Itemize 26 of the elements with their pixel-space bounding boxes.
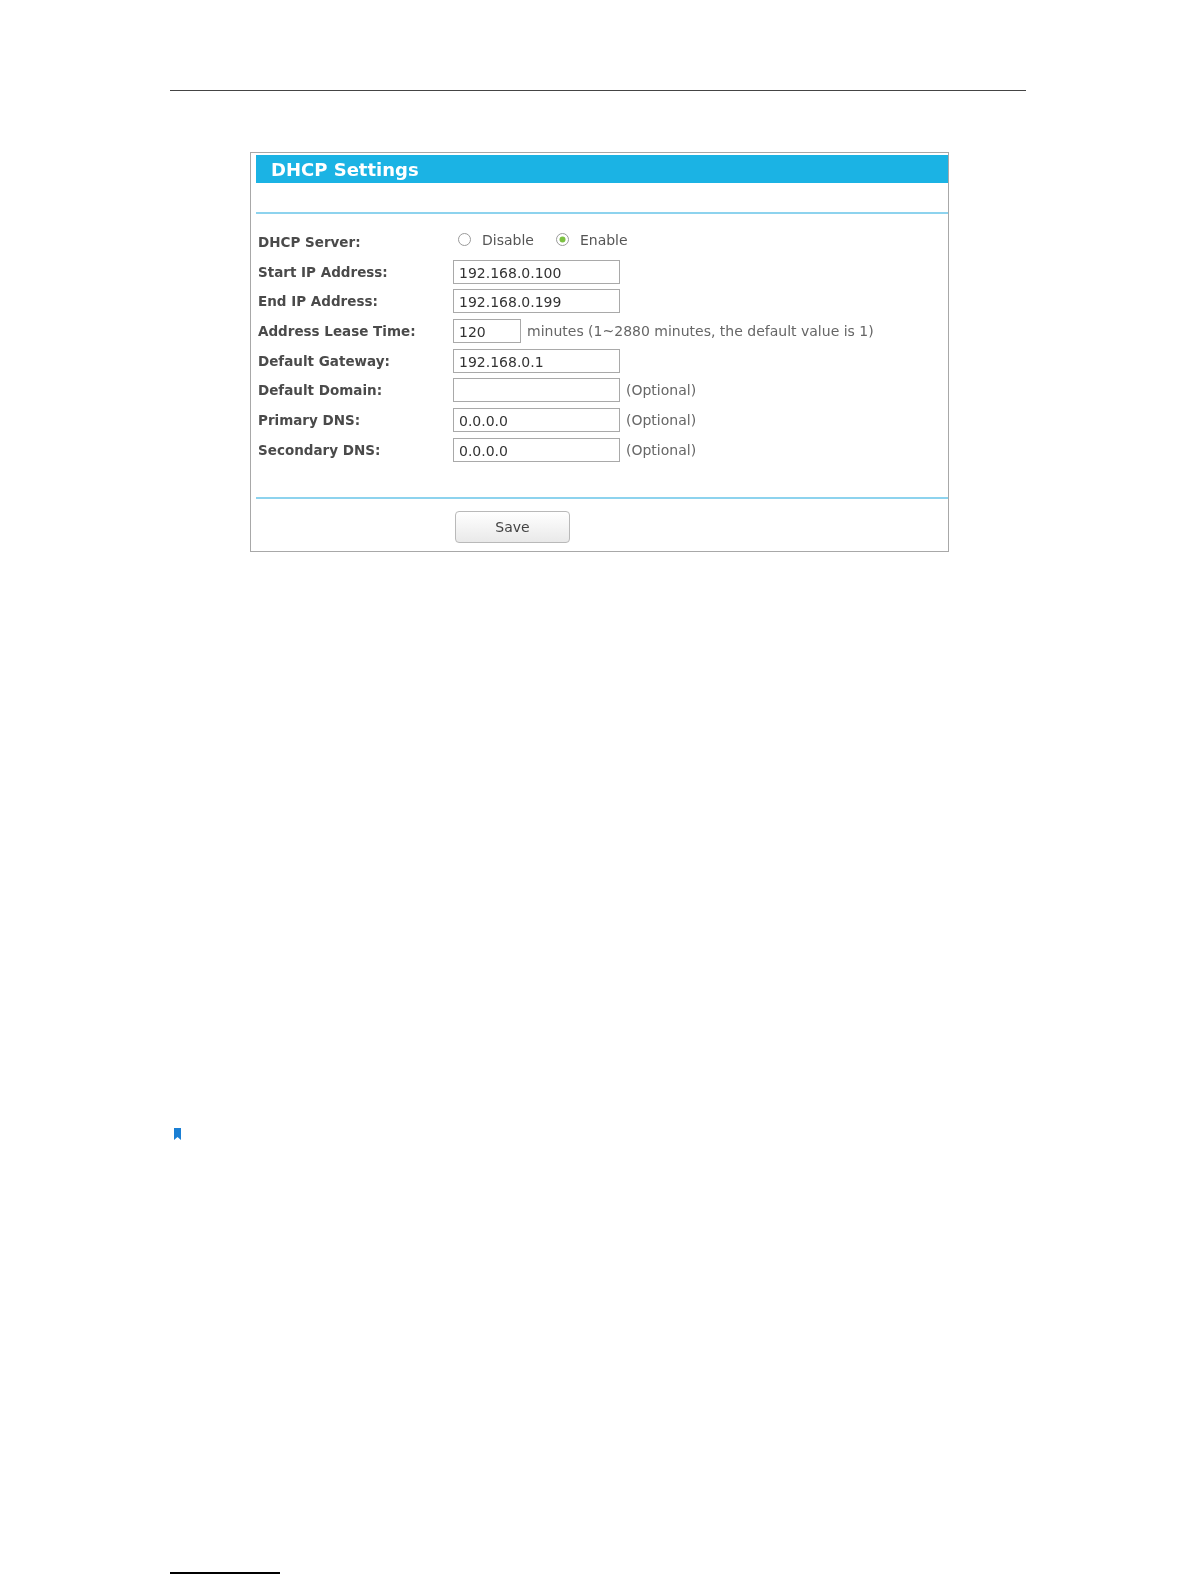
text-field[interactable] bbox=[453, 378, 620, 403]
bookmark-icon[interactable] bbox=[174, 1127, 181, 1140]
text-field[interactable]: 120 bbox=[453, 318, 521, 343]
field-label: DHCP Server: bbox=[258, 233, 362, 250]
field-label: Secondary DNS: bbox=[258, 441, 382, 458]
text-field[interactable]: 192.168.0.1 bbox=[453, 348, 620, 373]
text-field[interactable]: 0.0.0.0 bbox=[453, 407, 620, 432]
text-field[interactable]: 192.168.0.199 bbox=[453, 289, 620, 314]
text-field[interactable]: 0.0.0.0 bbox=[453, 437, 620, 462]
radio-button[interactable] bbox=[458, 233, 471, 247]
field-label: End IP Address: bbox=[258, 293, 379, 310]
radio-label: Enable bbox=[579, 231, 628, 248]
panel-title: DHCP Settings bbox=[270, 158, 419, 180]
field-note: (Optional) bbox=[626, 441, 697, 458]
field-label: Primary DNS: bbox=[258, 411, 362, 428]
radio-label: Disable bbox=[482, 231, 534, 248]
field-label: Default Gateway: bbox=[258, 352, 391, 369]
field-note: (Optional) bbox=[626, 382, 697, 399]
radio-button[interactable] bbox=[555, 233, 569, 247]
field-note: minutes (1~2880 minutes, the default value is 1) bbox=[527, 322, 874, 339]
field-label: Address Lease Time: bbox=[258, 322, 417, 339]
save-button[interactable]: Save bbox=[455, 510, 570, 543]
field-label: Default Domain: bbox=[258, 382, 384, 399]
text-field[interactable]: 192.168.0.100 bbox=[453, 259, 620, 284]
field-label: Start IP Address: bbox=[258, 263, 389, 280]
field-note: (Optional) bbox=[626, 411, 697, 428]
